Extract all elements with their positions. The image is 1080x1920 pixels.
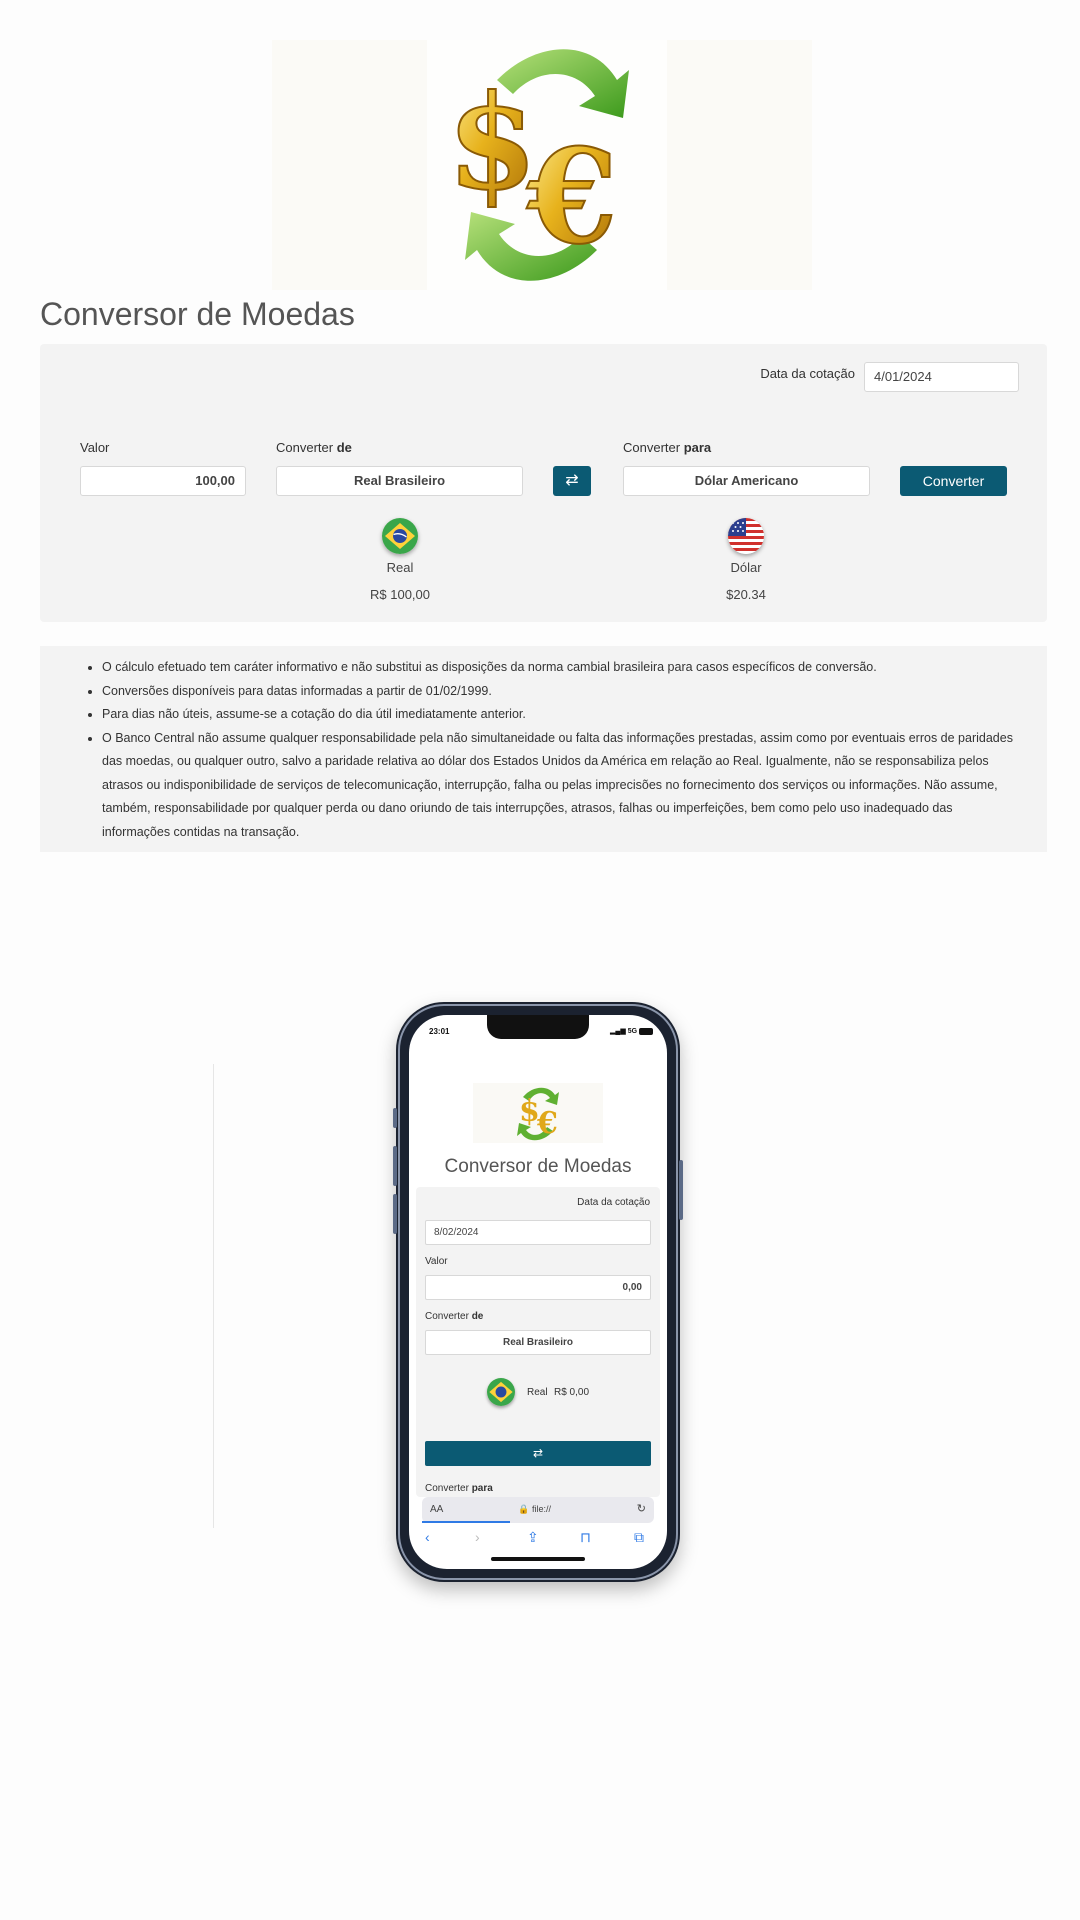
- mobile-currency-name: Real: [527, 1387, 548, 1398]
- mobile-from-label: Converter de: [425, 1311, 484, 1322]
- phone-screen: 23:01 ▂▄▆ 5G $ € Conversor de Moedas Dat…: [409, 1015, 667, 1569]
- valor-label: Valor: [80, 440, 110, 455]
- load-progress-bar: [422, 1521, 510, 1523]
- mobile-page-title: Conversor de Moedas: [444, 1156, 632, 1177]
- text-size-button[interactable]: AA: [430, 1504, 443, 1515]
- currency-exchange-logo: $ €: [473, 1083, 603, 1143]
- usa-flag-icon: [728, 518, 764, 554]
- swap-icon: ⇄: [532, 1446, 544, 1460]
- list-item: O Banco Central não assume qualquer resp…: [102, 727, 1022, 845]
- url-text: file://: [532, 1504, 552, 1514]
- list-item: Para dias não úteis, assume-se a cotação…: [102, 703, 1022, 727]
- share-icon[interactable]: ⇪: [527, 1529, 539, 1546]
- tabs-icon[interactable]: ⧉: [634, 1529, 644, 1546]
- valor-input[interactable]: 100,00: [80, 466, 246, 496]
- date-input[interactable]: 4/01/2024: [864, 362, 1019, 392]
- home-indicator: [491, 1557, 585, 1561]
- notch: [487, 1015, 589, 1039]
- phone-mockup: 23:01 ▂▄▆ 5G $ € Conversor de Moedas Dat…: [393, 1002, 683, 1582]
- lock-icon: 🔒: [518, 1504, 530, 1514]
- mobile-valor-input[interactable]: 0,00: [425, 1275, 651, 1300]
- volume-down-button: [393, 1194, 397, 1234]
- mobile-valor-label: Valor: [425, 1256, 448, 1267]
- mobile-converter-form: Data da cotação 8/02/2024 Valor 0,00 Con…: [416, 1187, 660, 1497]
- swap-button[interactable]: ⇄: [553, 466, 591, 496]
- mobile-amount: R$ 0,00: [554, 1387, 590, 1398]
- mobile-swap-button[interactable]: ⇄: [425, 1441, 651, 1466]
- hero-banner: $ €: [272, 40, 812, 290]
- status-indicators: ▂▄▆ 5G: [610, 1027, 653, 1035]
- mobile-date-label: Data da cotação: [577, 1197, 650, 1208]
- disclaimer-panel: O cálculo efetuado tem caráter informati…: [40, 646, 1047, 852]
- converter-form: Data da cotação 4/01/2024 Valor 100,00 C…: [40, 344, 1047, 622]
- to-currency-name: Dólar: [730, 560, 762, 575]
- to-amount: $20.34: [726, 587, 766, 602]
- list-item: O cálculo efetuado tem caráter informati…: [102, 656, 1022, 680]
- forward-icon[interactable]: ›: [475, 1529, 480, 1545]
- disclaimer-list: O cálculo efetuado tem caráter informati…: [102, 656, 1022, 844]
- to-label: Converter para: [623, 440, 712, 455]
- divider: [213, 1064, 214, 1528]
- signal-icon: ▂▄▆: [610, 1028, 626, 1035]
- to-currency-select[interactable]: Dólar Americano: [623, 466, 870, 496]
- date-label: Data da cotação: [760, 366, 855, 381]
- from-currency-name: Real: [386, 560, 414, 575]
- list-item: Conversões disponíveis para datas inform…: [102, 680, 1022, 704]
- status-time: 23:01: [429, 1027, 450, 1036]
- page-title: Conversor de Moedas: [40, 296, 355, 332]
- currency-exchange-logo: $ €: [427, 40, 667, 290]
- network-label: 5G: [627, 1028, 638, 1035]
- battery-icon: [639, 1027, 653, 1035]
- volume-up-button: [393, 1146, 397, 1186]
- browser-toolbar: ‹ › ⇪ ⊓ ⧉: [409, 1527, 667, 1551]
- mute-switch: [393, 1108, 397, 1128]
- mobile-from-currency-select[interactable]: Real Brasileiro: [425, 1330, 651, 1355]
- from-currency-select[interactable]: Real Brasileiro: [276, 466, 523, 496]
- back-icon[interactable]: ‹: [425, 1529, 430, 1545]
- swap-icon: ⇄: [565, 472, 579, 489]
- svg-text:€: €: [526, 120, 617, 273]
- power-button: [679, 1160, 683, 1220]
- brazil-flag-icon: [382, 518, 418, 554]
- from-label: Converter de: [276, 440, 352, 455]
- svg-text:€: €: [536, 1106, 558, 1141]
- brazil-flag-icon: [487, 1378, 515, 1406]
- mobile-date-input[interactable]: 8/02/2024: [425, 1220, 651, 1245]
- bookmarks-icon[interactable]: ⊓: [580, 1529, 591, 1546]
- browser-address-bar[interactable]: AA 🔒 file:// ↻: [422, 1497, 654, 1523]
- from-amount: R$ 100,00: [370, 587, 430, 602]
- reload-icon[interactable]: ↻: [637, 1502, 646, 1515]
- convert-button[interactable]: Converter: [900, 466, 1007, 496]
- svg-text:$: $: [447, 66, 537, 219]
- mobile-to-label: Converter para: [425, 1483, 493, 1494]
